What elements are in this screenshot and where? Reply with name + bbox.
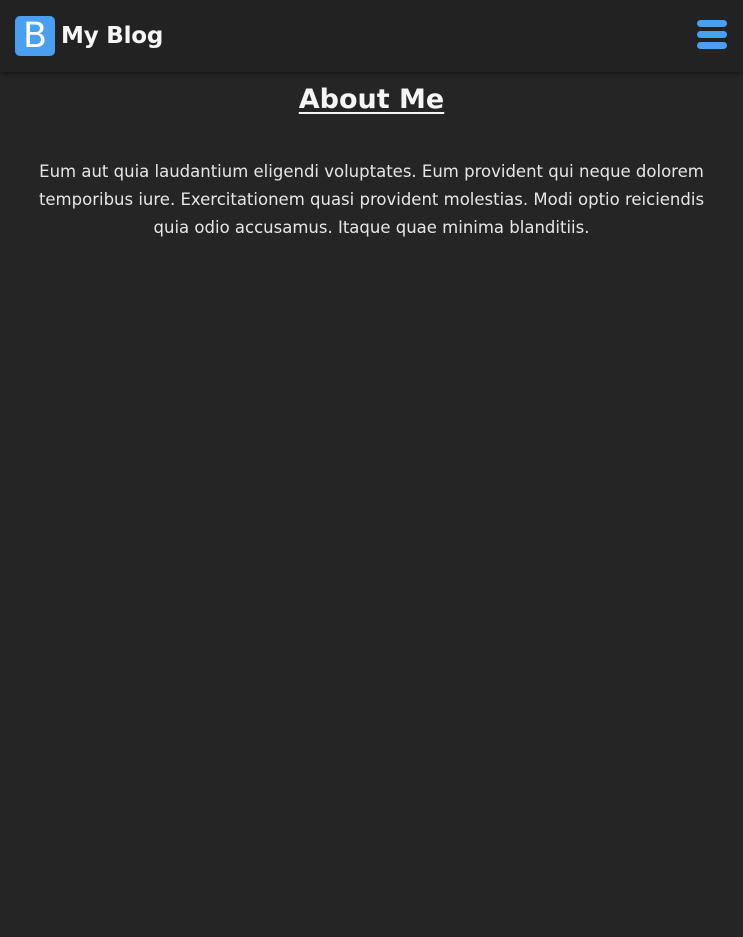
brand-link[interactable]: B My Blog <box>15 16 163 56</box>
blog-logo-icon: B <box>15 16 55 56</box>
page: B My Blog About Me Eum aut quia laudanti… <box>0 0 743 937</box>
about-paragraph: Eum aut quia laudantium eligendi volupta… <box>38 162 705 237</box>
menu-bar-top <box>697 20 727 27</box>
navbar: B My Blog <box>0 0 743 72</box>
brand-name: My Blog <box>61 23 164 49</box>
menu-bar-bottom <box>697 42 727 49</box>
main-content: About Me Eum aut quia laudantium eligend… <box>0 72 743 242</box>
page-title: About Me <box>298 84 445 115</box>
menu-bar-middle <box>697 31 727 38</box>
hamburger-menu-icon[interactable] <box>697 20 727 50</box>
